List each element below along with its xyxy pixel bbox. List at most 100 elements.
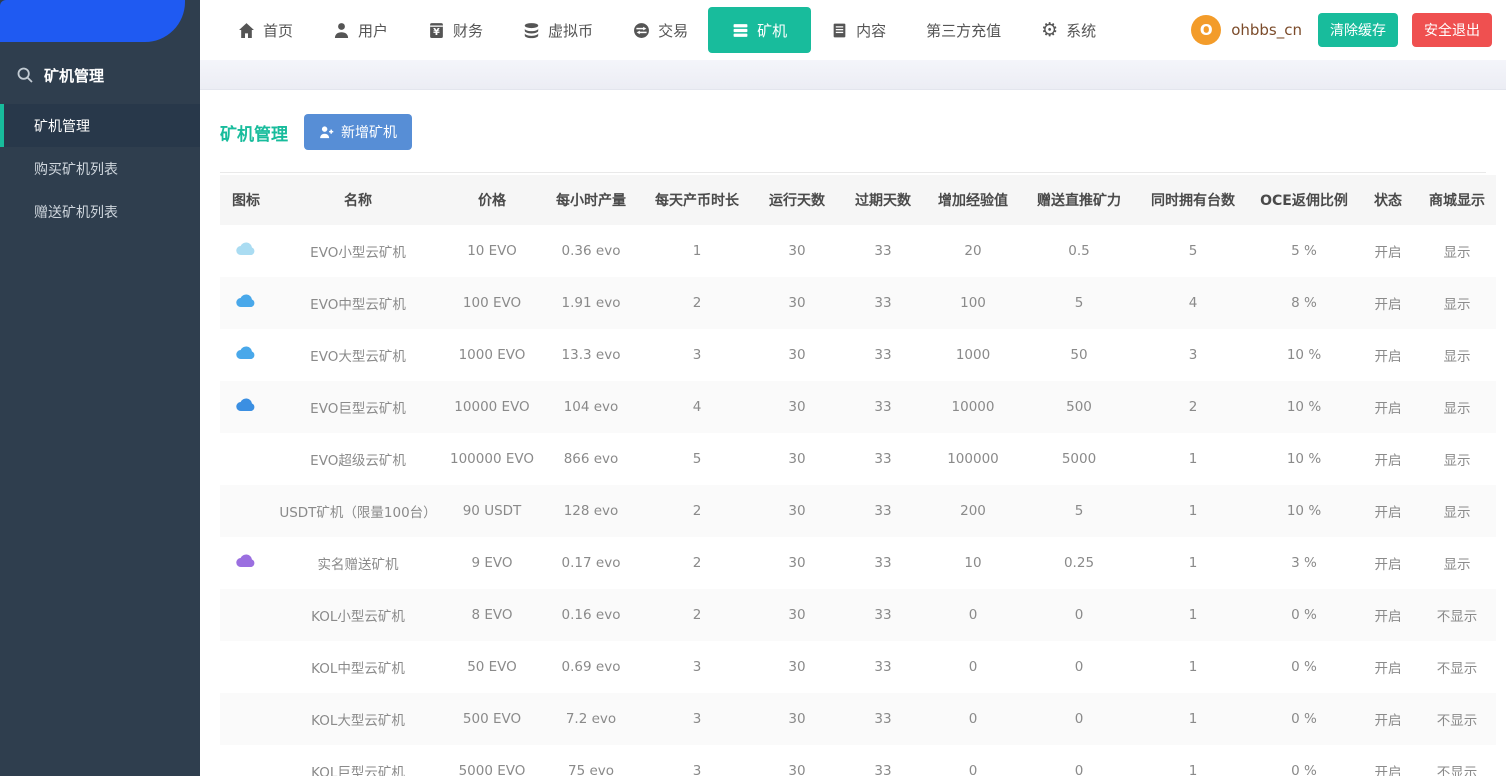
avatar[interactable]: O: [1191, 15, 1222, 45]
miner-cloud-icon: [235, 554, 257, 572]
cell-status: 开启: [1374, 713, 1402, 729]
clear-cache-button[interactable]: 清除缓存: [1318, 13, 1398, 47]
nav-item-finance[interactable]: ¥ 财务: [408, 0, 503, 60]
cell-expire_days: 33: [874, 607, 892, 623]
sidebar-item-miner-management[interactable]: 矿机管理: [0, 104, 200, 147]
cell-max_owned: 1: [1188, 607, 1198, 623]
cell-expire_days: 33: [874, 711, 892, 727]
nav-item-trade[interactable]: 交易: [613, 0, 708, 60]
cell-status: 开启: [1374, 349, 1402, 365]
cell-exp_gain: 0: [968, 711, 978, 727]
sidebar-item-gifted-miner-list[interactable]: 赠送矿机列表: [0, 190, 200, 233]
cell-price: 10000 EVO: [454, 399, 530, 415]
nav-item-label: 虚拟币: [548, 21, 594, 40]
nav-item-miner[interactable]: 矿机: [708, 7, 812, 53]
table-row: KOL小型云矿机 8 EVO 0.16 evo 2 30 33 0 0 1 0 % 开启 不显示: [220, 589, 1496, 641]
column-header-oce_rate: OCE返佣比例: [1250, 175, 1358, 225]
nav-item-label: 内容: [856, 21, 887, 40]
cell-price: 100 EVO: [462, 295, 522, 311]
cell-icon: [220, 433, 272, 485]
cell-mall_display: 显示: [1443, 505, 1471, 521]
cell-price: 100000 EVO: [450, 451, 534, 467]
cell-gift_power: 0: [1074, 659, 1084, 675]
cell-daily_hours: 2: [692, 295, 702, 311]
column-header-run_days: 运行天数: [752, 175, 842, 225]
column-header-hourly_output: 每小时产量: [540, 175, 642, 225]
cell-run_days: 30: [788, 399, 806, 415]
cell-exp_gain: 200: [960, 503, 986, 519]
sidebar-section-header: 矿机管理: [0, 46, 200, 104]
cell-gift_power: 0.25: [1063, 555, 1095, 571]
nav-item-home[interactable]: 首页: [218, 0, 313, 60]
nav-item-third-party-recharge[interactable]: 第三方充值: [906, 0, 1021, 60]
cell-mall_display: 不显示: [1436, 713, 1478, 729]
cell-oce_rate: 0 %: [1291, 763, 1317, 776]
table-row: EVO超级云矿机 100000 EVO 866 evo 5 30 33 100000 5000…: [220, 433, 1496, 485]
table-row: EVO中型云矿机 100 EVO 1.91 evo 2 30 33 100 5 4 8 % 开启 显示: [220, 277, 1496, 329]
cell-oce_rate: 10 %: [1286, 399, 1322, 415]
nav-item-users[interactable]: 用户: [313, 0, 408, 60]
column-header-gift_power: 赠送直推矿力: [1022, 175, 1136, 225]
cell-icon: [220, 589, 272, 641]
cell-max_owned: 1: [1188, 711, 1198, 727]
cell-max_owned: 2: [1188, 399, 1198, 415]
cell-expire_days: 33: [874, 503, 892, 519]
cell-oce_rate: 0 %: [1291, 659, 1317, 675]
cell-name: EVO巨型云矿机: [310, 401, 406, 417]
add-miner-button[interactable]: 新增矿机: [304, 114, 412, 150]
cell-status: 开启: [1374, 609, 1402, 625]
user-area: O ohbbs_cn 清除缓存 安全退出: [1191, 13, 1492, 47]
cell-price: 90 USDT: [462, 503, 522, 519]
cell-name: KOL大型云矿机: [311, 713, 405, 729]
logout-button[interactable]: 安全退出: [1412, 13, 1492, 47]
column-header-daily_hours: 每天产币时长: [642, 175, 752, 225]
cell-expire_days: 33: [874, 295, 892, 311]
cell-gift_power: 500: [1066, 399, 1092, 415]
user-add-icon: [320, 125, 334, 138]
cell-daily_hours: 2: [692, 503, 702, 519]
sidebar-item-purchased-miner-list[interactable]: 购买矿机列表: [0, 147, 200, 190]
cell-run_days: 30: [788, 555, 806, 571]
column-header-name: 名称: [272, 175, 444, 225]
cell-run_days: 30: [788, 711, 806, 727]
username[interactable]: ohbbs_cn: [1231, 21, 1302, 39]
table-row: EVO小型云矿机 10 EVO 0.36 evo 1 30 33 20 0.5 5 5 % 开启 显示: [220, 225, 1496, 277]
cell-max_owned: 3: [1188, 347, 1198, 363]
cell-mall_display: 显示: [1443, 557, 1471, 573]
column-header-exp_gain: 增加经验值: [924, 175, 1022, 225]
cell-gift_power: 5: [1074, 503, 1084, 519]
cell-expire_days: 33: [874, 451, 892, 467]
cell-run_days: 30: [788, 295, 806, 311]
table-row: KOL大型云矿机 500 EVO 7.2 evo 3 30 33 0 0 1 0 % 开启 不显示: [220, 693, 1496, 745]
cell-hourly_output: 0.69 evo: [561, 659, 621, 675]
cell-hourly_output: 7.2 evo: [565, 711, 617, 727]
cell-hourly_output: 0.36 evo: [561, 243, 621, 259]
nav-item-content[interactable]: 内容: [811, 0, 906, 60]
cell-run_days: 30: [788, 347, 806, 363]
cell-mall_display: 显示: [1443, 349, 1471, 365]
cell-mall_display: 不显示: [1436, 661, 1478, 677]
cell-status: 开启: [1374, 765, 1402, 776]
cell-gift_power: 0: [1074, 711, 1084, 727]
cell-expire_days: 33: [874, 763, 892, 776]
cell-exp_gain: 0: [968, 763, 978, 776]
table-row: KOL中型云矿机 50 EVO 0.69 evo 3 30 33 0 0 1 0 % 开启 不显示: [220, 641, 1496, 693]
cell-exp_gain: 100000: [947, 451, 999, 467]
cell-icon: [220, 225, 272, 277]
cell-mall_display: 显示: [1443, 453, 1471, 469]
cell-daily_hours: 5: [692, 451, 702, 467]
nav-item-system[interactable]: ⚙ 系统: [1021, 0, 1116, 60]
cell-icon: [220, 537, 272, 589]
logo[interactable]: [0, 0, 185, 42]
cell-daily_hours: 3: [692, 763, 702, 776]
cell-run_days: 30: [788, 607, 806, 623]
cell-exp_gain: 1000: [955, 347, 991, 363]
cell-daily_hours: 2: [692, 607, 702, 623]
cell-expire_days: 33: [874, 243, 892, 259]
cell-hourly_output: 75 evo: [567, 763, 615, 776]
cell-daily_hours: 2: [692, 555, 702, 571]
cell-exp_gain: 100: [960, 295, 986, 311]
nav-item-virtual-coin[interactable]: 虚拟币: [503, 0, 613, 60]
table-row: EVO巨型云矿机 10000 EVO 104 evo 4 30 33 10000 500 2 10…: [220, 381, 1496, 433]
cell-name: EVO超级云矿机: [310, 453, 406, 469]
